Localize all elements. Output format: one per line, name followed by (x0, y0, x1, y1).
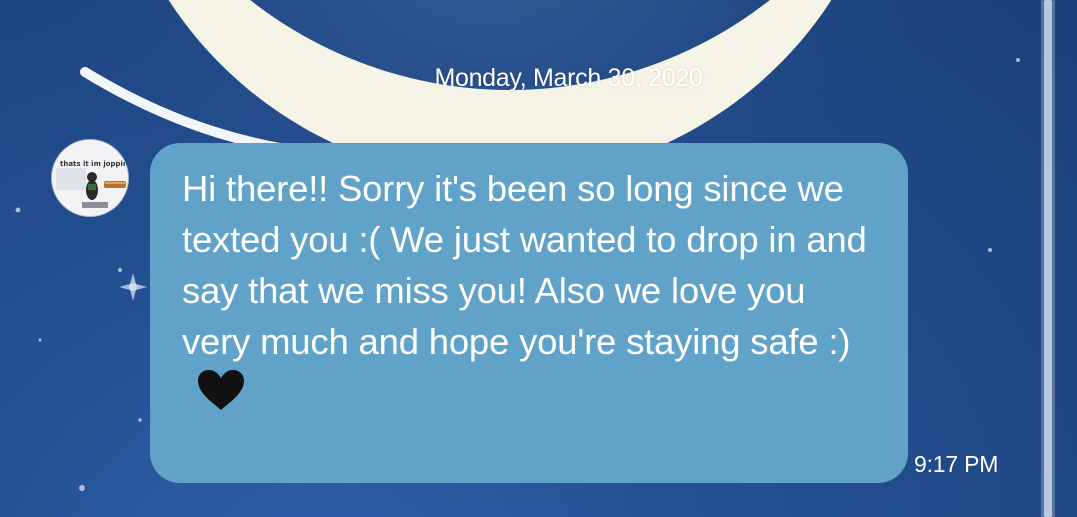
avatar-caption: thats it im jopping (60, 160, 128, 168)
chat-screen: Monday, March 30, 2020 thats it im joppi… (0, 0, 1077, 517)
scrollbar-thumb[interactable] (1044, 0, 1052, 517)
message-text: Hi there!! Sorry it's been so long since… (182, 168, 867, 362)
date-separator: Monday, March 30, 2020 (434, 64, 703, 92)
message-timestamp: 9:17 PM (914, 451, 999, 477)
avatar-image (52, 140, 128, 216)
avatar[interactable]: thats it im jopping (52, 140, 128, 216)
black-heart-icon (196, 368, 246, 412)
incoming-message-bubble[interactable]: Hi there!! Sorry it's been so long since… (150, 143, 908, 483)
